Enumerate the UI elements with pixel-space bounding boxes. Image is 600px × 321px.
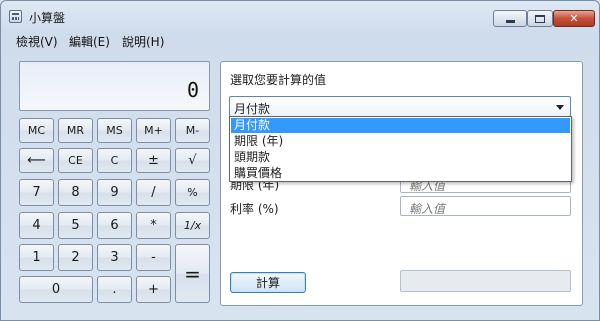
dropdown-list: 月付款 期限 (年) 頭期款 購買價格 bbox=[229, 116, 572, 182]
worksheet-panel: 選取您要計算的值 月付款 期限 (年) 輸入值 利率 (%) 輸入值 計算 bbox=[220, 61, 583, 306]
window-title: 小算盤 bbox=[29, 11, 66, 25]
maximize-button[interactable] bbox=[527, 10, 553, 27]
memory-subtract-button[interactable]: M- bbox=[175, 118, 210, 143]
negate-button[interactable]: ± bbox=[136, 148, 171, 173]
close-button[interactable]: ✕ bbox=[553, 10, 595, 27]
digit-2-button[interactable]: 2 bbox=[58, 244, 93, 271]
subtract-button[interactable]: - bbox=[136, 244, 171, 271]
calculate-button[interactable]: 計算 bbox=[230, 272, 306, 293]
worksheet-prompt: 選取您要計算的值 bbox=[230, 73, 327, 87]
field-label-interest-rate: 利率 (%) bbox=[230, 202, 279, 216]
memory-recall-button[interactable]: MR bbox=[58, 118, 93, 143]
select-value: 月付款 bbox=[234, 102, 271, 116]
decimal-button[interactable]: . bbox=[97, 276, 132, 303]
backspace-icon: ⟵ bbox=[27, 153, 46, 168]
memory-store-button[interactable]: MS bbox=[97, 118, 132, 143]
add-button[interactable]: + bbox=[136, 276, 171, 303]
option-term[interactable]: 期限 (年) bbox=[231, 134, 570, 149]
chevron-down-icon bbox=[556, 105, 564, 110]
digit-4-button[interactable]: 4 bbox=[19, 212, 54, 239]
digit-6-button[interactable]: 6 bbox=[97, 212, 132, 239]
equals-button[interactable]: = bbox=[175, 244, 210, 303]
display-value: 0 bbox=[186, 78, 199, 102]
memory-clear-button[interactable]: MC bbox=[19, 118, 54, 143]
multiply-button[interactable]: * bbox=[136, 212, 171, 239]
calculate-value-select[interactable]: 月付款 bbox=[229, 96, 571, 117]
percent-button[interactable]: % bbox=[175, 179, 210, 206]
minimize-icon bbox=[505, 20, 515, 23]
menu-bar: 檢視(V) 編輯(E) 說明(H) bbox=[2, 31, 598, 49]
result-field bbox=[400, 270, 571, 292]
minimize-button[interactable] bbox=[493, 10, 527, 27]
calculator-display: 0 bbox=[19, 61, 210, 111]
backspace-button[interactable]: ⟵ bbox=[19, 148, 54, 173]
memory-add-button[interactable]: M+ bbox=[136, 118, 171, 143]
digit-9-button[interactable]: 9 bbox=[97, 179, 132, 206]
option-monthly-payment[interactable]: 月付款 bbox=[231, 118, 570, 133]
calculator-window: 小算盤 ✕ 檢視(V) 編輯(E) 說明(H) 0 MC MR MS M+ M-… bbox=[0, 0, 600, 321]
digit-8-button[interactable]: 8 bbox=[58, 179, 93, 206]
reciprocal-button[interactable]: 1/x bbox=[175, 212, 210, 239]
digit-1-button[interactable]: 1 bbox=[19, 244, 54, 271]
interest-rate-input[interactable]: 輸入值 bbox=[400, 196, 571, 216]
digit-0-button[interactable]: 0 bbox=[19, 276, 93, 303]
clear-entry-button[interactable]: CE bbox=[58, 148, 93, 173]
maximize-icon bbox=[535, 14, 545, 23]
interest-rate-placeholder: 輸入值 bbox=[409, 202, 446, 216]
digit-7-button[interactable]: 7 bbox=[19, 179, 54, 206]
digit-5-button[interactable]: 5 bbox=[58, 212, 93, 239]
title-bar[interactable]: 小算盤 ✕ bbox=[1, 1, 599, 31]
square-root-button[interactable]: √ bbox=[175, 148, 210, 173]
option-down-payment[interactable]: 頭期款 bbox=[231, 150, 570, 165]
calculator-icon bbox=[9, 10, 22, 23]
menu-edit[interactable]: 編輯(E) bbox=[69, 33, 110, 50]
close-icon: ✕ bbox=[569, 12, 579, 25]
menu-view[interactable]: 檢視(V) bbox=[16, 33, 58, 50]
divide-button[interactable]: / bbox=[136, 179, 171, 206]
digit-3-button[interactable]: 3 bbox=[97, 244, 132, 271]
option-purchase-price[interactable]: 購買價格 bbox=[231, 166, 570, 181]
menu-help[interactable]: 說明(H) bbox=[122, 33, 164, 50]
clear-button[interactable]: C bbox=[97, 148, 132, 173]
